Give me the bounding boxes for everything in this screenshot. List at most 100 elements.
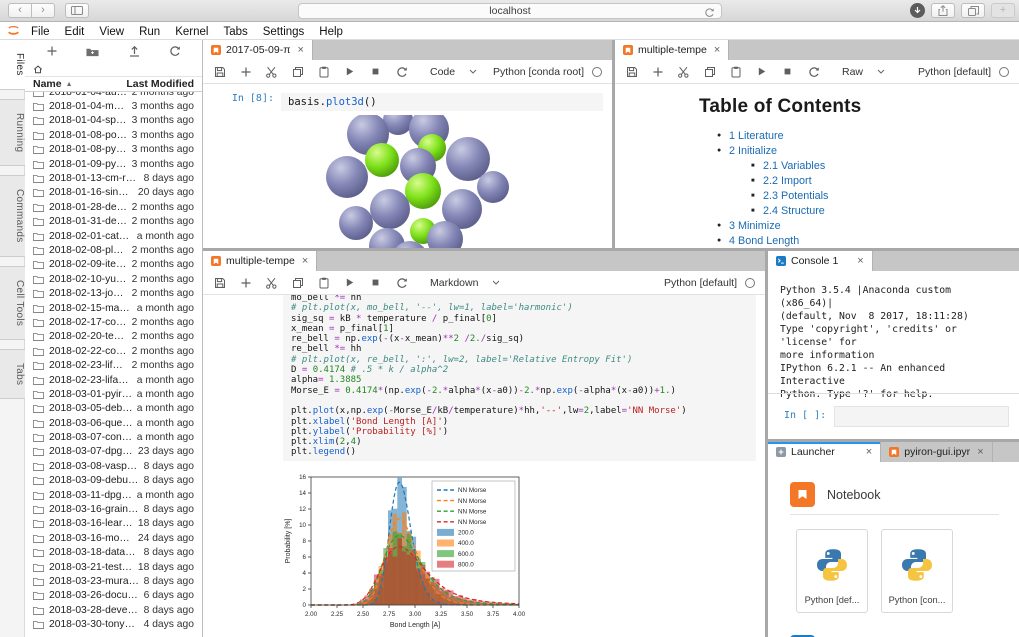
file-row[interactable]: 2018-02-20-test-stru...2 months ago [25, 330, 202, 344]
code-cell[interactable]: mo_bell *= hh# plt.plot(x, mo_bell, '--'… [283, 295, 756, 461]
toc-link[interactable]: 4 Bond Length [729, 235, 799, 247]
sidebar-tab-commands[interactable]: Commands [0, 175, 25, 257]
browser-forward-button[interactable]: › [31, 3, 55, 18]
add-cell-button[interactable] [239, 65, 252, 78]
file-row[interactable]: 2018-03-18-databas...8 days ago [25, 546, 202, 560]
sidebar-tab-running[interactable]: Running [0, 99, 25, 166]
save-button[interactable] [625, 65, 638, 78]
file-row[interactable]: 2018-02-23-lifang-n...a month ago [25, 373, 202, 387]
tab-multiple-temp-1[interactable]: multiple-tempe × [615, 40, 729, 60]
copy-button[interactable] [703, 65, 716, 78]
file-row[interactable]: 2018-03-26-docume...6 days ago [25, 589, 202, 603]
menu-settings[interactable]: Settings [263, 26, 305, 38]
new-folder-button[interactable] [86, 45, 99, 58]
file-row[interactable]: 2018-01-04-sphinx-e...3 months ago [25, 114, 202, 128]
file-row[interactable]: 2018-03-16-monte-c...24 days ago [25, 531, 202, 545]
paste-button[interactable] [317, 65, 330, 78]
close-icon[interactable]: × [297, 44, 303, 56]
file-row[interactable]: 2018-02-17-config-te...2 months ago [25, 315, 202, 329]
save-button[interactable] [213, 65, 226, 78]
file-row[interactable]: 2018-01-08-potential...3 months ago [25, 128, 202, 142]
file-row[interactable]: 2018-03-05-debug-s...a month ago [25, 402, 202, 416]
file-row[interactable]: 2018-01-16-single-at...20 days ago [25, 186, 202, 200]
toc-link[interactable]: 2.1 Variables [763, 160, 825, 172]
stop-button[interactable] [369, 276, 382, 289]
file-row[interactable]: 2018-03-30-tonydict4 days ago [25, 617, 202, 631]
file-row[interactable]: 2018-03-07-dpg-toy...23 days ago [25, 445, 202, 459]
cut-button[interactable] [265, 276, 278, 289]
sidebar-tab-tabs[interactable]: Tabs [0, 349, 25, 399]
copy-button[interactable] [291, 276, 304, 289]
tab-pyiron-gui[interactable]: pyiron-gui.ipyr × [881, 442, 992, 462]
file-row[interactable]: 2018-01-28-debug-...2 months ago [25, 200, 202, 214]
sort-arrow-icon[interactable]: ▲ [66, 81, 73, 88]
stop-button[interactable] [369, 65, 382, 78]
file-row[interactable]: 2018-02-08-plugin-d...2 months ago [25, 243, 202, 257]
sidebar-tab-files[interactable]: Files [0, 40, 25, 90]
restart-kernel-button[interactable] [395, 65, 408, 78]
file-row[interactable]: 2018-01-04-matplotli...3 months ago [25, 99, 202, 113]
close-icon[interactable]: × [977, 446, 983, 458]
tab-2017-05-09[interactable]: 2017-05-09-π × [203, 40, 313, 60]
plot3d-output-image[interactable] [203, 115, 612, 248]
paste-button[interactable] [317, 276, 330, 289]
menu-help[interactable]: Help [319, 26, 343, 38]
upload-button[interactable] [128, 45, 141, 58]
file-row[interactable]: 2018-01-08-pyiron-in...3 months ago [25, 143, 202, 157]
toc-link[interactable]: 2.4 Structure [763, 205, 825, 217]
file-row[interactable]: 2018-03-16-grainbou...8 days ago [25, 502, 202, 516]
file-row[interactable]: 2018-01-09-pyiron-w...3 months ago [25, 157, 202, 171]
code-cell[interactable]: basis.plot3d() [281, 93, 603, 111]
tab-overview-button[interactable] [961, 3, 985, 18]
new-tab-button[interactable]: + [991, 3, 1015, 18]
cut-button[interactable] [677, 65, 690, 78]
run-button[interactable] [343, 65, 356, 78]
file-row[interactable]: 2018-03-28-develop...8 days ago [25, 603, 202, 617]
launcher-kernel-card[interactable]: Python [con... [881, 529, 953, 613]
menu-view[interactable]: View [99, 26, 124, 38]
add-cell-button[interactable] [239, 276, 252, 289]
run-button[interactable] [755, 65, 768, 78]
close-icon[interactable]: × [866, 446, 872, 458]
file-row[interactable]: 2018-02-22-convert-...2 months ago [25, 344, 202, 358]
share-button[interactable] [931, 3, 955, 18]
close-icon[interactable]: × [857, 255, 863, 267]
menu-run[interactable]: Run [139, 26, 160, 38]
close-icon[interactable]: × [714, 44, 720, 56]
file-row[interactable]: 2018-01-31-debug-y...2 months ago [25, 215, 202, 229]
file-row[interactable]: 2018-03-09-debug-...8 days ago [25, 474, 202, 488]
file-row[interactable]: 2018-03-16-learn-ase18 days ago [25, 517, 202, 531]
new-launcher-button[interactable] [45, 45, 58, 58]
file-row[interactable]: 2018-01-13-cm-retreat8 days ago [25, 171, 202, 185]
reload-icon[interactable] [704, 7, 715, 18]
file-row[interactable]: 2018-03-06-queue-a...a month ago [25, 416, 202, 430]
close-icon[interactable]: × [302, 255, 308, 267]
menu-kernel[interactable]: Kernel [175, 26, 208, 38]
sidebar-tab-cell-tools[interactable]: Cell Tools [0, 266, 25, 340]
copy-button[interactable] [291, 65, 304, 78]
run-button[interactable] [343, 276, 356, 289]
column-modified-header[interactable]: Last Modified [126, 78, 194, 90]
toc-link[interactable]: 1 Literature [729, 130, 784, 142]
browser-sidebar-toggle-button[interactable] [65, 3, 89, 18]
menu-file[interactable]: File [31, 26, 50, 38]
file-row[interactable]: 2018-02-01-catch-up...a month ago [25, 229, 202, 243]
refresh-files-button[interactable] [169, 45, 182, 58]
file-row[interactable]: 2018-03-07-config-c...a month ago [25, 430, 202, 444]
kernel-name[interactable]: Python [default] [918, 66, 991, 78]
file-row[interactable]: 2018-03-01-pyiron-m...a month ago [25, 387, 202, 401]
column-name-header[interactable]: Name [33, 78, 62, 90]
restart-kernel-button[interactable] [395, 276, 408, 289]
file-row[interactable]: 2018-02-10-yury-hdf...2 months ago [25, 272, 202, 286]
restart-kernel-button[interactable] [807, 65, 820, 78]
menu-tabs[interactable]: Tabs [223, 26, 247, 38]
file-row[interactable]: 2018-03-21-test-new...18 days ago [25, 560, 202, 574]
browser-url-bar[interactable]: localhost [298, 3, 722, 19]
tab-console-1[interactable]: Console 1 × [768, 251, 873, 271]
stop-button[interactable] [781, 65, 794, 78]
add-cell-button[interactable] [651, 65, 664, 78]
menu-edit[interactable]: Edit [65, 26, 85, 38]
launcher-kernel-card[interactable]: Python [def... [796, 529, 868, 613]
console-input[interactable] [834, 406, 1009, 427]
kernel-name[interactable]: Python [default] [664, 277, 737, 289]
